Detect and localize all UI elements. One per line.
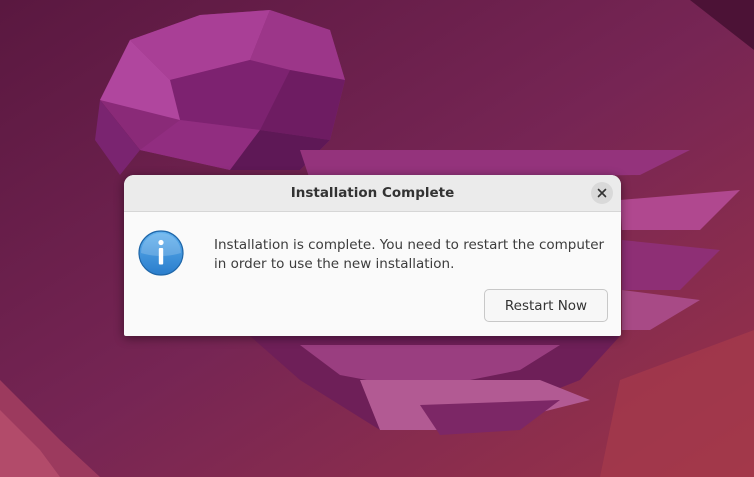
restart-now-button[interactable]: Restart Now	[484, 289, 608, 322]
dialog-titlebar: Installation Complete	[124, 175, 621, 212]
dialog-message: Installation is complete. You need to re…	[214, 236, 614, 274]
info-icon	[138, 230, 184, 276]
dialog-title: Installation Complete	[290, 185, 455, 201]
message-line-1: Installation is complete. You need to re…	[214, 237, 605, 253]
close-icon	[597, 188, 607, 198]
close-button[interactable]	[591, 182, 613, 204]
dialog-body: Installation is complete. You need to re…	[124, 212, 621, 336]
installation-complete-dialog: Installation Complete Installation is co…	[124, 175, 621, 336]
message-line-2: in order to use the new installation.	[214, 256, 455, 272]
